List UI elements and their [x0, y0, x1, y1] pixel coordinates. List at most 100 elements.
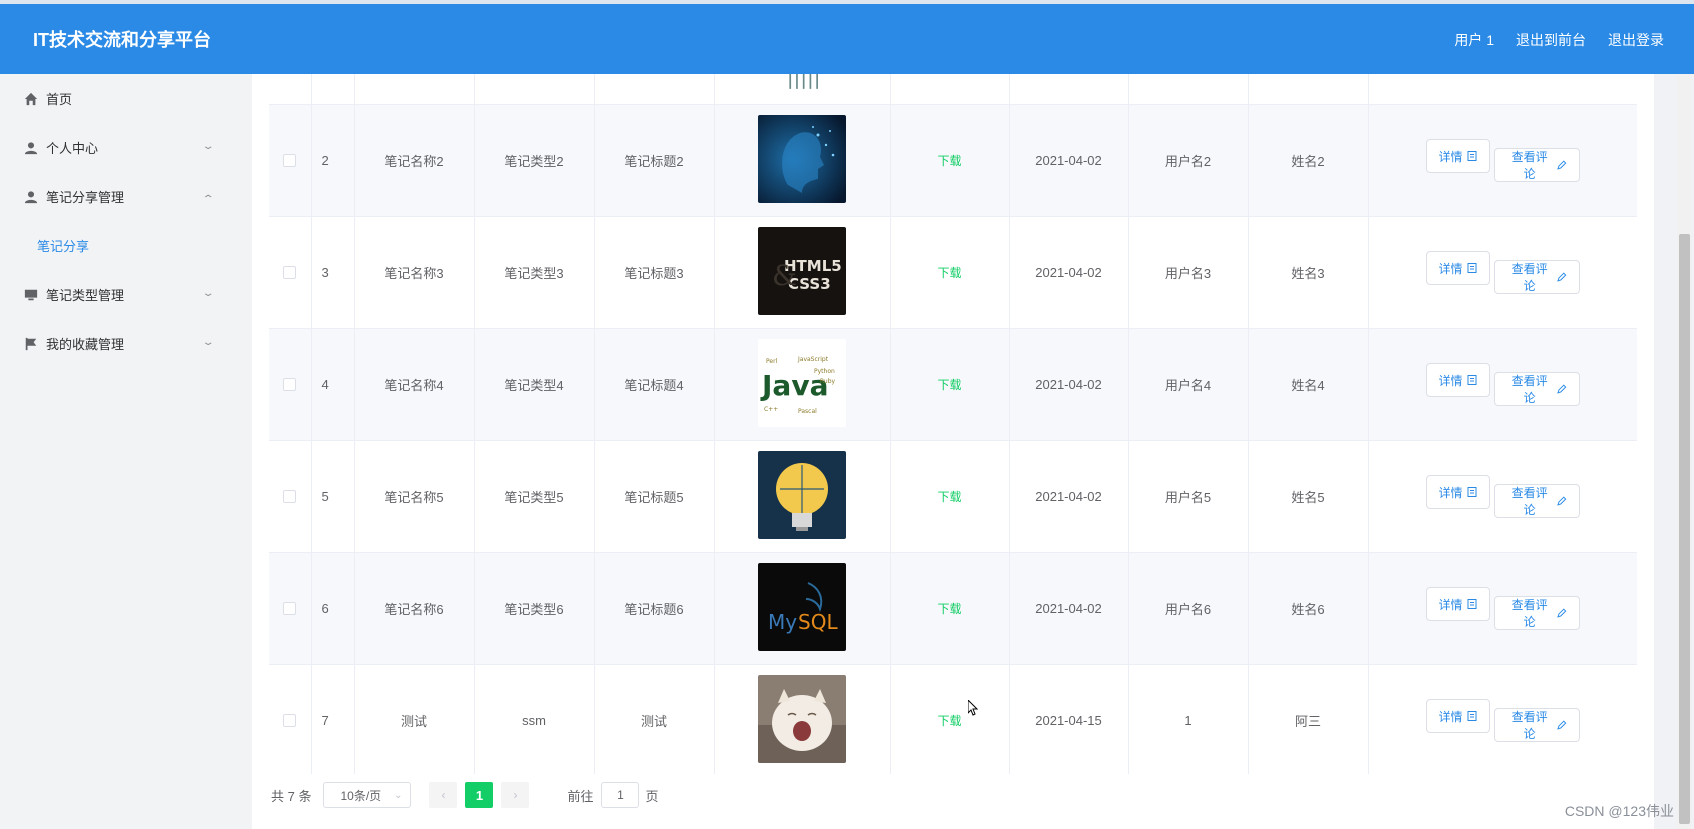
- detail-button[interactable]: 详情: [1425, 587, 1490, 622]
- chevron-left-icon: ‹: [441, 788, 446, 802]
- download-cell: 下载: [890, 328, 1010, 441]
- sidebar-item-label: 笔记分享管理: [46, 190, 125, 205]
- view-comments-label: 查看评论: [1511, 261, 1548, 293]
- goto-page-input[interactable]: [601, 782, 640, 808]
- row-checkbox[interactable]: [283, 714, 297, 727]
- sidebar-item-personal-center[interactable]: 个人中心 ⌄: [0, 123, 252, 172]
- note-title-cell: 笔记标题2: [594, 104, 715, 217]
- pagination-total: 共 7 条: [271, 788, 312, 804]
- note-type-cell: 笔记类型6: [474, 552, 595, 665]
- detail-button-label: 详情: [1438, 709, 1463, 724]
- sidebar-item-note-type-manage[interactable]: 笔记类型管理 ⌄: [0, 270, 252, 319]
- realname-cell: 姓名3: [1248, 216, 1369, 329]
- username-cell: 用户名5: [1128, 440, 1249, 553]
- download-link[interactable]: 下载: [937, 490, 961, 504]
- download-link[interactable]: 下载: [937, 714, 961, 728]
- publish-date-cell: 2021-04-02: [1009, 104, 1129, 217]
- actions-cell: [1368, 74, 1637, 105]
- publish-date-cell: 2021-04-02: [1009, 552, 1129, 665]
- row-checkbox[interactable]: [283, 602, 297, 615]
- detail-button[interactable]: 详情: [1425, 475, 1490, 510]
- detail-button[interactable]: 详情: [1425, 699, 1490, 734]
- view-comments-button[interactable]: 查看评论: [1493, 147, 1580, 182]
- view-comments-button[interactable]: 查看评论: [1493, 259, 1580, 294]
- detail-button[interactable]: 详情: [1425, 251, 1490, 286]
- row-index: 5: [311, 440, 355, 553]
- sidebar-item-favorites-manage[interactable]: 我的收藏管理 ⌄: [0, 319, 252, 368]
- detail-button-label: 详情: [1438, 261, 1463, 276]
- sidebar-item-note-share-manage[interactable]: 笔记分享管理 ⌃: [0, 172, 252, 221]
- note-name-cell: 测试: [354, 664, 475, 774]
- chevron-down-icon: ⌄: [201, 141, 215, 152]
- detail-button-label: 详情: [1438, 485, 1463, 500]
- download-cell: 下载: [890, 440, 1010, 553]
- view-comments-button[interactable]: 查看评论: [1493, 371, 1580, 406]
- actions-cell: 详情 查看评论: [1368, 552, 1637, 665]
- page-size-select[interactable]: 10条/页 ⌄: [323, 782, 412, 808]
- download-link[interactable]: 下载: [937, 378, 961, 392]
- app-title: IT技术交流和分享平台: [33, 30, 211, 50]
- user-menu-link[interactable]: 用户 1: [1454, 30, 1494, 50]
- detail-button[interactable]: 详情: [1425, 139, 1490, 174]
- realname-cell: 姓名6: [1248, 552, 1369, 665]
- row-checkbox-cell: [269, 104, 312, 217]
- edit-icon: [1557, 272, 1567, 282]
- table-row: 6 笔记名称6 笔记类型6 笔记标题6 My SQL 下载 2021-04-02 用户名6 姓名6…: [269, 552, 1637, 665]
- row-checkbox-cell: [269, 74, 312, 105]
- download-link[interactable]: 下载: [937, 602, 961, 616]
- publish-date-cell: 2021-04-02: [1009, 328, 1129, 441]
- row-checkbox-cell: [269, 328, 312, 441]
- table-row: 7 测试 ssm 测试 下载 2021-04-15 1 阿三 详情 查看评论: [269, 664, 1637, 774]
- document-icon: [1467, 599, 1476, 610]
- edit-icon: [1557, 720, 1567, 730]
- view-comments-label: 查看评论: [1511, 597, 1548, 629]
- row-checkbox-cell: [269, 552, 312, 665]
- edit-icon: [1557, 160, 1567, 170]
- page-scrollbar[interactable]: [1677, 74, 1692, 829]
- download-link[interactable]: 下载: [937, 154, 961, 168]
- note-image-cell: [714, 104, 891, 217]
- note-name-cell: 笔记名称2: [354, 104, 475, 217]
- exit-to-frontend-link[interactable]: 退出到前台: [1516, 30, 1586, 50]
- note-thumbnail: Java JavaScript Perl Python Ruby C++ Pascal: [715, 339, 890, 430]
- realname-cell: 姓名5: [1248, 440, 1369, 553]
- watermark: CSDN @123伟业: [1564, 803, 1674, 819]
- sidebar-item-label: 个人中心: [46, 141, 99, 156]
- sidebar-item-home[interactable]: 首页: [0, 74, 252, 123]
- note-thumbnail: [715, 675, 890, 766]
- note-type-cell: 笔记类型4: [474, 328, 595, 441]
- view-comments-label: 查看评论: [1511, 373, 1548, 405]
- view-comments-label: 查看评论: [1511, 709, 1548, 741]
- view-comments-button[interactable]: 查看评论: [1493, 707, 1580, 742]
- download-link[interactable]: 下载: [937, 266, 961, 280]
- view-comments-button[interactable]: 查看评论: [1493, 595, 1580, 630]
- page-number-button[interactable]: 1: [465, 782, 494, 808]
- chevron-right-icon: ›: [513, 788, 518, 802]
- row-checkbox[interactable]: [283, 378, 297, 391]
- view-comments-label: 查看评论: [1511, 485, 1548, 517]
- row-checkbox[interactable]: [283, 490, 297, 503]
- note-title-cell: 笔记标题6: [594, 552, 715, 665]
- note-image-cell: [714, 74, 891, 105]
- sidebar-subitem-note-share[interactable]: 笔记分享: [0, 221, 252, 270]
- table-row: 2 笔记名称2 笔记类型2 笔记标题2 下载 2021-04-02 用户名2 姓名2 详情 查看评…: [269, 104, 1637, 217]
- row-checkbox[interactable]: [283, 266, 297, 279]
- logout-link[interactable]: 退出登录: [1608, 30, 1664, 50]
- prev-page-button[interactable]: ‹: [429, 782, 458, 808]
- note-image-cell: [714, 664, 891, 774]
- user-icon: [24, 190, 38, 204]
- view-comments-button[interactable]: 查看评论: [1493, 483, 1580, 518]
- note-title-cell: 笔记标题3: [594, 216, 715, 329]
- detail-button[interactable]: 详情: [1425, 363, 1490, 398]
- actions-cell: 详情 查看评论: [1368, 328, 1637, 441]
- realname-cell: 姓名4: [1248, 328, 1369, 441]
- scrollbar-thumb[interactable]: [1679, 234, 1690, 824]
- document-icon: [1467, 711, 1476, 722]
- username-cell: [1128, 74, 1249, 105]
- row-checkbox[interactable]: [283, 154, 297, 167]
- detail-button-label: 详情: [1438, 373, 1463, 388]
- svg-text:JavaScript: JavaScript: [797, 356, 829, 363]
- row-index: 6: [311, 552, 355, 665]
- document-icon: [1467, 375, 1476, 386]
- next-page-button[interactable]: ›: [501, 782, 530, 808]
